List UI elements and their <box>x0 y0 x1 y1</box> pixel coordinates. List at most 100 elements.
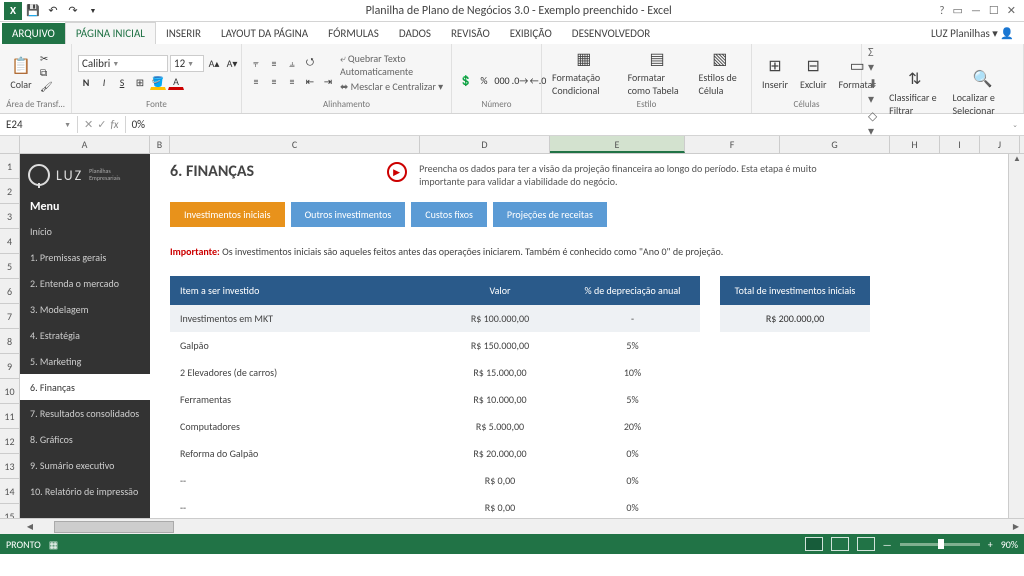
enter-formula-icon[interactable]: ✓ <box>97 118 106 131</box>
menu-item-0[interactable]: Início <box>20 218 150 244</box>
col-header-B[interactable]: B <box>150 136 170 153</box>
col-header-F[interactable]: F <box>685 136 780 153</box>
macro-record-icon[interactable]: ▦ <box>49 538 58 551</box>
minimize-icon[interactable]: — <box>971 4 981 17</box>
tab-view[interactable]: EXIBIÇÃO <box>500 23 562 44</box>
row-header-3[interactable]: 3 <box>0 204 19 229</box>
zoom-level[interactable]: 90% <box>1001 538 1018 551</box>
indent-dec-icon[interactable]: ⇤ <box>302 74 318 90</box>
content-tab-1[interactable]: Outros investimentos <box>291 202 406 227</box>
row-header-15[interactable]: 15 <box>0 504 19 518</box>
account-name[interactable]: LUZ Planilhas ▾ 👤 <box>921 23 1024 44</box>
maximize-icon[interactable]: ☐ <box>989 4 999 17</box>
insert-cells-button[interactable]: ⊞Inserir <box>758 53 792 93</box>
format-as-table-button[interactable]: ▤Formatar como Tabela <box>624 46 691 99</box>
fx-icon[interactable]: fx <box>110 118 118 131</box>
tab-formulas[interactable]: FÓRMULAS <box>318 23 389 44</box>
tab-home[interactable]: PÁGINA INICIAL <box>65 22 156 44</box>
save-icon[interactable]: 💾 <box>24 2 42 20</box>
fill-color-icon[interactable]: 🪣 <box>150 74 166 90</box>
zoom-slider[interactable] <box>900 543 980 546</box>
table-row[interactable]: FerramentasR$ 10.000,005% <box>170 386 700 413</box>
menu-item-7[interactable]: 7. Resultados consolidados <box>20 400 150 426</box>
align-left-icon[interactable]: ≡ <box>248 74 264 90</box>
menu-item-2[interactable]: 2. Entenda o mercado <box>20 270 150 296</box>
font-size-combo[interactable]: 12▼ <box>170 55 204 72</box>
col-header-A[interactable]: A <box>20 136 150 153</box>
align-top-icon[interactable]: ⫧ <box>248 56 264 72</box>
formula-input[interactable]: 0% <box>125 116 1007 133</box>
row-header-11[interactable]: 11 <box>0 404 19 429</box>
name-box[interactable]: E24▼ <box>0 116 78 133</box>
col-header-J[interactable]: J <box>980 136 1020 153</box>
menu-item-4[interactable]: 4. Estratégia <box>20 322 150 348</box>
conditional-formatting-button[interactable]: ▦Formatação Condicional <box>548 46 620 99</box>
scroll-up-icon[interactable]: ▲ <box>1009 154 1024 164</box>
row-header-6[interactable]: 6 <box>0 279 19 304</box>
cell-styles-button[interactable]: ▧Estilos de Célula <box>695 46 745 99</box>
col-header-G[interactable]: G <box>780 136 890 153</box>
zoom-out-icon[interactable]: — <box>883 538 892 551</box>
col-header-D[interactable]: D <box>420 136 550 153</box>
zoom-in-icon[interactable]: + <box>988 538 993 551</box>
inc-decimal-icon[interactable]: .0→ <box>512 72 528 88</box>
redo-icon[interactable]: ↷ <box>64 2 82 20</box>
select-all-corner[interactable] <box>0 136 20 153</box>
comma-icon[interactable]: 000 <box>494 72 510 88</box>
orientation-icon[interactable]: ⭯ <box>302 56 318 72</box>
cancel-formula-icon[interactable]: ✕ <box>84 118 93 131</box>
paste-button[interactable]: 📋Colar <box>6 53 36 93</box>
row-header-5[interactable]: 5 <box>0 254 19 279</box>
col-header-H[interactable]: H <box>890 136 940 153</box>
row-header-13[interactable]: 13 <box>0 454 19 479</box>
tab-developer[interactable]: DESENVOLVEDOR <box>562 23 660 44</box>
expand-formula-icon[interactable]: ⌄ <box>1006 120 1024 129</box>
close-icon[interactable]: ✕ <box>1007 4 1016 17</box>
menu-item-1[interactable]: 1. Premissas gerais <box>20 244 150 270</box>
align-middle-icon[interactable]: ≡ <box>266 56 282 72</box>
col-header-I[interactable]: I <box>940 136 980 153</box>
row-header-4[interactable]: 4 <box>0 229 19 254</box>
menu-item-10[interactable]: 10. Relatório de impressão <box>20 478 150 504</box>
row-header-1[interactable]: 1 <box>0 154 19 179</box>
menu-item-8[interactable]: 8. Gráficos <box>20 426 150 452</box>
scrollbar-horizontal[interactable]: ◀ ▶ <box>0 518 1024 534</box>
find-select-button[interactable]: 🔍Localizar e Selecionar <box>949 66 1017 119</box>
content-tab-0[interactable]: Investimentos iniciais <box>170 202 285 227</box>
play-icon[interactable]: ▶ <box>387 162 407 182</box>
menu-item-5[interactable]: 5. Marketing <box>20 348 150 374</box>
row-header-8[interactable]: 8 <box>0 329 19 354</box>
menu-faq[interactable]: Dúvidas Frequentes <box>20 512 150 518</box>
table-row[interactable]: Investimentos em MKTR$ 100.000,00- <box>170 305 700 332</box>
content-tab-3[interactable]: Projeções de receitas <box>493 202 607 227</box>
shrink-font-icon[interactable]: A▾ <box>224 56 240 72</box>
row-header-2[interactable]: 2 <box>0 179 19 204</box>
tab-review[interactable]: REVISÃO <box>441 23 500 44</box>
row-header-10[interactable]: 10 <box>0 379 19 404</box>
wrap-text-button[interactable]: ⤶ Quebrar Texto Automaticamente <box>340 52 445 78</box>
col-header-E[interactable]: E <box>550 136 685 153</box>
ribbon-options-icon[interactable]: ▭ <box>953 4 963 17</box>
table-row[interactable]: --R$ 0,000% <box>170 494 700 518</box>
qat-dropdown-icon[interactable]: ▼ <box>84 2 102 20</box>
delete-cells-button[interactable]: ⊟Excluir <box>796 53 831 93</box>
help-icon[interactable]: ? <box>939 4 944 17</box>
tab-data[interactable]: DADOS <box>389 23 441 44</box>
percent-icon[interactable]: % <box>476 72 492 88</box>
tab-insert[interactable]: INSERIR <box>156 23 211 44</box>
view-pagebreak-icon[interactable] <box>857 537 875 551</box>
table-row[interactable]: 2 Elevadores (de carros)R$ 15.000,0010% <box>170 359 700 386</box>
grow-font-icon[interactable]: A▴ <box>206 56 222 72</box>
format-painter-icon[interactable]: 🖌 <box>40 80 53 93</box>
row-header-14[interactable]: 14 <box>0 479 19 504</box>
table-row[interactable]: Reforma do GalpãoR$ 20.000,000% <box>170 440 700 467</box>
indent-inc-icon[interactable]: ⇥ <box>320 74 336 90</box>
underline-button[interactable]: S <box>114 74 130 90</box>
tab-file[interactable]: ARQUIVO <box>2 23 65 44</box>
align-right-icon[interactable]: ≡ <box>284 74 300 90</box>
scroll-right-icon[interactable]: ▶ <box>1008 522 1024 532</box>
italic-button[interactable]: I <box>96 74 112 90</box>
view-normal-icon[interactable] <box>805 537 823 551</box>
merge-center-button[interactable]: ⬌ Mesclar e Centralizar ▾ <box>340 80 445 93</box>
bold-button[interactable]: N <box>78 74 94 90</box>
